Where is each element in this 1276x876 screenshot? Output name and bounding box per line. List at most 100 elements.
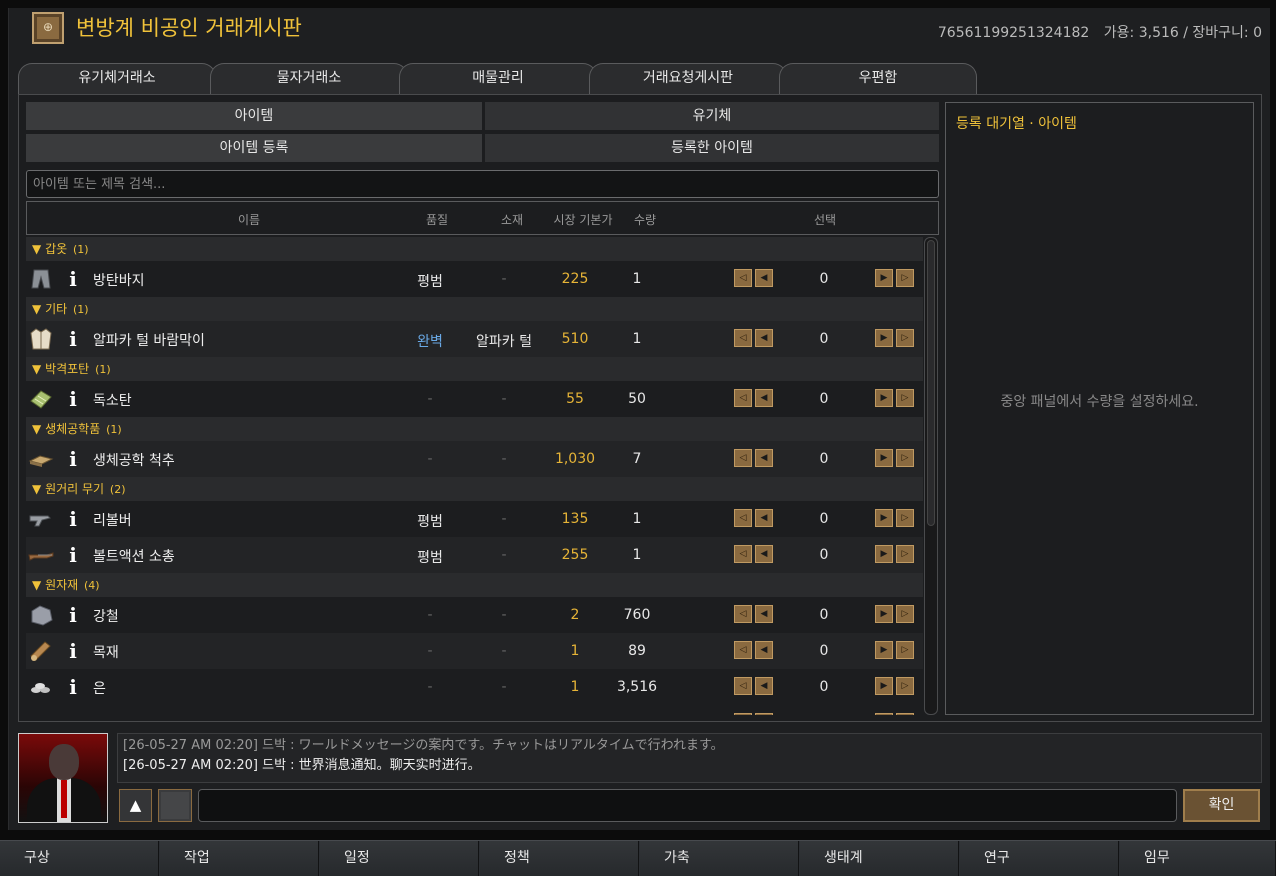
category-count: (1) [72,303,89,316]
decrease-icon[interactable]: ◀ [755,641,773,659]
search-input[interactable] [26,170,939,198]
decrease-icon[interactable]: ◀ [755,269,773,287]
menu-research[interactable]: 연구 [960,841,1119,876]
increase-all-icon[interactable]: ▷ [896,641,914,659]
item-name: 목재 [93,645,119,661]
increase-all-icon[interactable]: ▷ [896,713,914,715]
menu-animals[interactable]: 가축 [640,841,799,876]
category-header[interactable]: ▼ 생체공학품 (1) [26,417,923,441]
subtab-organism[interactable]: 유기체 [485,102,939,130]
item-row: i 강철 - - 2 760 ◁ ◀ 0 ▶ ▷ [26,597,923,633]
info-icon[interactable]: i [66,328,80,350]
category-count: (1) [95,363,111,376]
increase-all-icon[interactable]: ▷ [896,605,914,623]
subtab-registered-items[interactable]: 등록한 아이템 [485,134,939,162]
decrease-all-icon[interactable]: ◁ [734,605,752,623]
item-name: 볼트액션 소총 [93,549,175,565]
decrease-icon[interactable]: ◀ [755,545,773,563]
category-count: (2) [109,483,126,496]
chat-input[interactable] [198,789,1177,822]
info-icon[interactable]: i [66,640,80,662]
info-icon[interactable]: i [66,388,80,410]
item-material: - [501,511,507,527]
decrease-all-icon[interactable]: ◁ [734,449,752,467]
subtab-item[interactable]: 아이템 [26,102,482,130]
menu-work[interactable]: 작업 [160,841,319,876]
decrease-icon[interactable]: ◀ [755,449,773,467]
tab-listing-management[interactable]: 매물관리 [399,63,597,94]
category-name: 원거리 무기 [45,482,105,496]
increase-all-icon[interactable]: ▷ [896,677,914,695]
category-header[interactable]: ▼ 갑옷 (1) [26,237,923,261]
queue-empty-message: 중앙 패널에서 수량을 설정하세요. [1000,394,1199,410]
increase-icon[interactable]: ▶ [875,269,893,287]
increase-icon[interactable]: ▶ [875,713,893,715]
increase-icon[interactable]: ▶ [875,605,893,623]
category-header[interactable]: ▼ 기타 (1) [26,297,923,321]
item-name: 강철 [93,609,119,625]
decrease-all-icon[interactable]: ◁ [734,713,752,715]
item-quality: 완벽 [417,334,443,350]
decrease-icon[interactable]: ◀ [755,509,773,527]
category-header[interactable]: ▼ 원자재 (4) [26,573,923,597]
decrease-all-icon[interactable]: ◁ [734,509,752,527]
increase-all-icon[interactable]: ▷ [896,509,914,527]
info-icon[interactable]: i [66,604,80,626]
decrease-all-icon[interactable]: ◁ [734,641,752,659]
column-price: 시장 기본가 [553,213,613,227]
main-panel: 아이템 유기체 아이템 등록 등록한 아이템 이름 품질 소재 시장 기본가 수… [18,94,1262,722]
registration-queue-panel: 등록 대기열 · 아이템 중앙 패널에서 수량을 설정하세요. [945,102,1254,715]
collapse-arrow-icon: ▼ [32,362,42,376]
menu-policy[interactable]: 정책 [480,841,639,876]
category-header[interactable]: ▼ 원거리 무기 (2) [26,477,923,501]
tab-organism-exchange[interactable]: 유기체거래소 [18,63,216,94]
increase-icon[interactable]: ▶ [875,677,893,695]
increase-icon[interactable]: ▶ [875,329,893,347]
increase-all-icon[interactable]: ▷ [896,329,914,347]
tab-mailbox[interactable]: 우편함 [779,63,977,94]
menu-architect[interactable]: 구상 [0,841,159,876]
list-scrollbar[interactable] [924,237,938,715]
chat-channel-button[interactable] [158,789,192,822]
increase-all-icon[interactable]: ▷ [896,269,914,287]
decrease-icon[interactable]: ◀ [755,677,773,695]
increase-icon[interactable]: ▶ [875,545,893,563]
chat-confirm-button[interactable]: 확인 [1183,789,1260,822]
decrease-icon[interactable]: ◀ [755,713,773,715]
info-icon[interactable]: i [66,268,80,290]
tab-trade-request-board[interactable]: 거래요청게시판 [589,63,787,94]
info-icon[interactable]: i [66,676,80,698]
category-header[interactable]: ▼ 박격포탄 (1) [26,357,923,381]
item-row: i 방탄바지 평범 - 225 1 ◁ ◀ 0 ▶ ▷ [26,261,923,297]
decrease-all-icon[interactable]: ◁ [734,269,752,287]
decrease-all-icon[interactable]: ◁ [734,329,752,347]
increase-icon[interactable]: ▶ [875,641,893,659]
decrease-all-icon[interactable]: ◁ [734,545,752,563]
info-icon[interactable]: i [66,448,80,470]
decrease-icon[interactable]: ◀ [755,329,773,347]
increase-icon[interactable]: ▶ [875,509,893,527]
decrease-icon[interactable]: ◀ [755,605,773,623]
info-icon[interactable]: i [66,508,80,530]
item-qty: 1 [632,547,642,563]
decrease-icon[interactable]: ◀ [755,389,773,407]
tab-goods-exchange[interactable]: 물자거래소 [210,63,408,94]
menu-quests[interactable]: 임무 [1120,841,1276,876]
increase-icon[interactable]: ▶ [875,389,893,407]
scrollbar-thumb[interactable] [927,240,935,526]
item-qty: 50 [628,391,646,407]
menu-ecosystem[interactable]: 생태계 [800,841,959,876]
subtab-register-item[interactable]: 아이템 등록 [26,134,482,162]
rifle-icon [28,543,54,567]
info-icon[interactable]: i [66,544,80,566]
decrease-all-icon[interactable]: ◁ [734,677,752,695]
item-qty: 1 [632,271,642,287]
increase-all-icon[interactable]: ▷ [896,545,914,563]
menu-schedule[interactable]: 일정 [320,841,479,876]
decrease-all-icon[interactable]: ◁ [734,389,752,407]
increase-all-icon[interactable]: ▷ [896,449,914,467]
increase-all-icon[interactable]: ▷ [896,389,914,407]
chat-expand-button[interactable]: ▲ [119,789,152,822]
increase-icon[interactable]: ▶ [875,449,893,467]
category-name: 갑옷 [45,242,68,256]
